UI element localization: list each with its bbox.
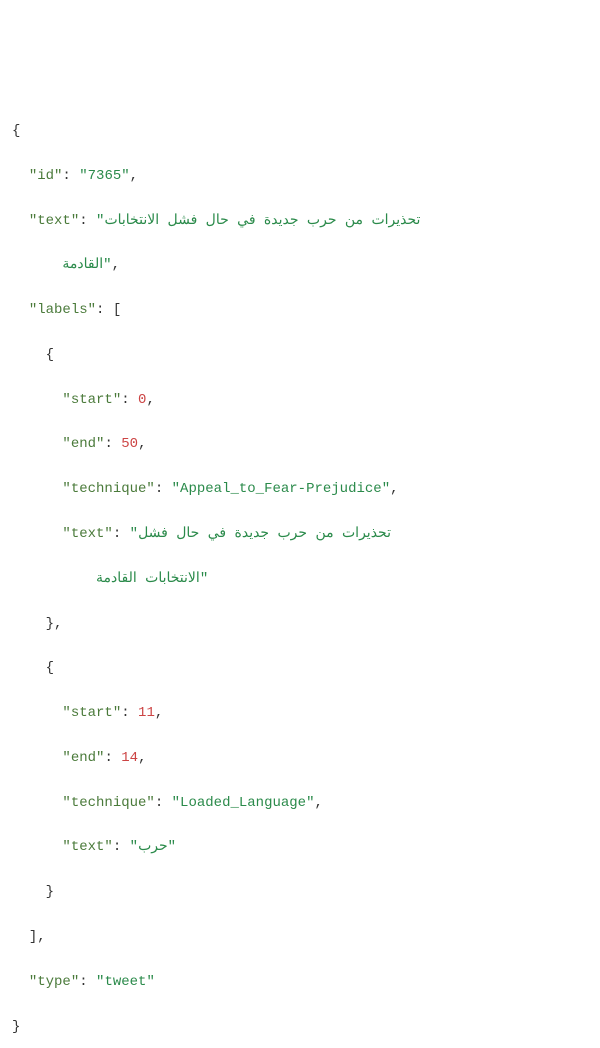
label2-start: "start": 11, [12,702,588,724]
label2-text: "text": "حرب" [12,836,588,858]
brace-close: } [12,1016,588,1038]
label1-text-line2: الانتخابات القادمة" [12,568,588,590]
json-code-block: { "id": "7365", "text": "تحذيرات من حرب … [12,98,588,1048]
brace-open: { [12,120,588,142]
text-line-2: القادمة", [12,254,588,276]
label1-text-line1: "text": "تحذيرات من حرب جديدة في حال فشل [12,523,588,545]
label1-brace-close: }, [12,613,588,635]
text-line-1: "text": "تحذيرات من حرب جديدة في حال فشل… [12,210,588,232]
labels-close: ], [12,926,588,948]
label2-end: "end": 14, [12,747,588,769]
type-line: "type": "tweet" [12,971,588,993]
label2-brace-open: { [12,657,588,679]
id-line: "id": "7365", [12,165,588,187]
labels-open: "labels": [ [12,299,588,321]
label2-brace-close: } [12,881,588,903]
label1-start: "start": 0, [12,389,588,411]
label2-technique: "technique": "Loaded_Language", [12,792,588,814]
label1-end: "end": 50, [12,433,588,455]
label1-technique: "technique": "Appeal_to_Fear-Prejudice", [12,478,588,500]
label1-brace-open: { [12,344,588,366]
